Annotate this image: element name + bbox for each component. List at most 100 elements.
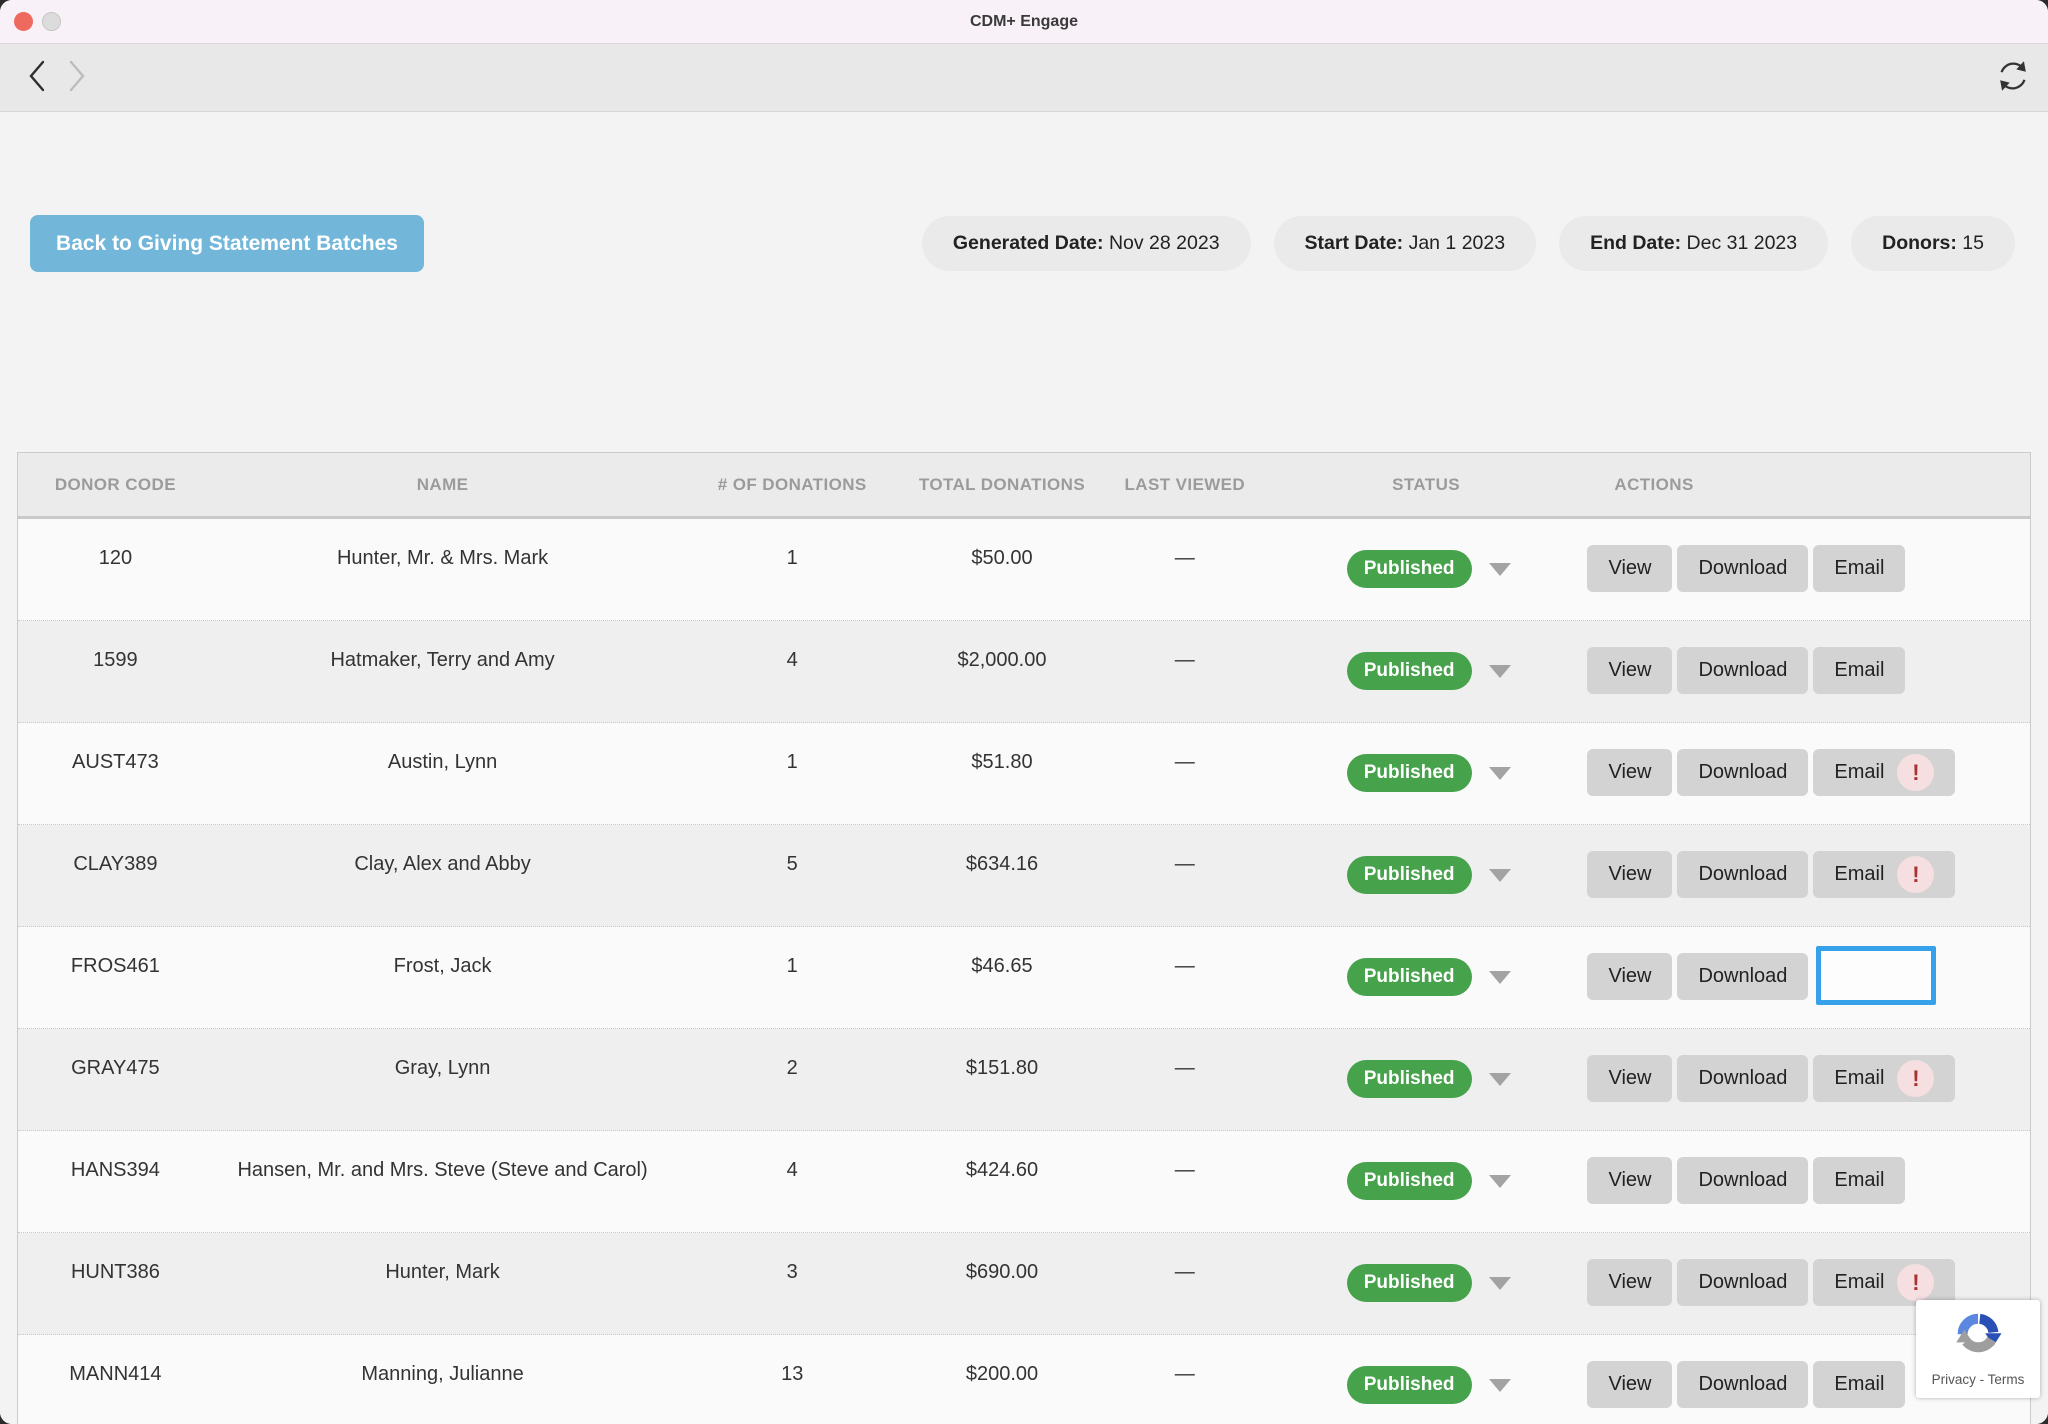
email-alert-icon: ! xyxy=(1897,856,1935,893)
cell-donor-code: CLAY389 xyxy=(73,853,158,875)
download-button[interactable]: Download xyxy=(1677,1055,1809,1102)
download-button[interactable]: Download xyxy=(1677,1157,1809,1204)
column-header-total[interactable]: TOTAL DONATIONS xyxy=(912,475,1092,495)
status-badge[interactable]: Published xyxy=(1346,754,1472,792)
email-button[interactable]: Email! xyxy=(1813,749,1956,796)
view-button[interactable]: View xyxy=(1587,749,1673,796)
cell-last-viewed: — xyxy=(1174,1261,1195,1283)
cell-name: Austin, Lynn xyxy=(387,751,498,773)
cell-total: $50.00 xyxy=(971,547,1033,569)
cell-donor-code: 120 xyxy=(98,547,133,569)
download-button[interactable]: Download xyxy=(1677,953,1809,1000)
email-button[interactable]: Email! xyxy=(1813,851,1956,898)
column-header-status[interactable]: STATUS xyxy=(1278,475,1575,495)
email-button[interactable]: Email! xyxy=(1813,1259,1956,1306)
view-button[interactable]: View xyxy=(1587,1361,1673,1408)
chevron-down-icon[interactable] xyxy=(1488,1379,1511,1392)
statements-table: DONOR CODE NAME # OF DONATIONS TOTAL DON… xyxy=(17,452,2031,1424)
cell-donations: 1 xyxy=(786,547,798,569)
cell-name: Gray, Lynn xyxy=(394,1057,491,1079)
status-badge[interactable]: Published xyxy=(1346,958,1472,996)
cell-donor-code: 1599 xyxy=(93,649,138,671)
recaptcha-badge[interactable]: Privacy - Terms xyxy=(1916,1300,2040,1398)
download-button[interactable]: Download xyxy=(1677,1361,1809,1408)
cell-donations: 3 xyxy=(786,1261,798,1283)
back-nav-button[interactable] xyxy=(26,58,48,97)
cell-total: $2,000.00 xyxy=(957,649,1047,671)
cell-donations: 4 xyxy=(786,1159,798,1181)
email-alert-icon: ! xyxy=(1897,1264,1935,1301)
download-button[interactable]: Download xyxy=(1677,1259,1809,1306)
cell-name: Hunter, Mark xyxy=(385,1261,500,1283)
download-button[interactable]: Download xyxy=(1677,647,1809,694)
column-header-name[interactable]: NAME xyxy=(213,475,673,495)
download-button[interactable]: Download xyxy=(1677,851,1809,898)
email-button[interactable]: Email xyxy=(1813,647,1906,694)
status-badge[interactable]: Published xyxy=(1346,550,1472,588)
window-controls xyxy=(14,12,61,31)
start-date-pill: Start Date: Jan 1 2023 xyxy=(1273,216,1537,271)
cell-last-viewed: — xyxy=(1174,649,1195,671)
table-row: HUNT386 Hunter, Mark 3 $690.00 — Publish… xyxy=(18,1233,2030,1335)
chevron-down-icon[interactable] xyxy=(1488,1277,1511,1290)
cell-last-viewed: — xyxy=(1174,853,1195,875)
email-button[interactable]: Email! xyxy=(1813,1055,1956,1102)
email-button[interactable]: Email xyxy=(1813,545,1906,592)
chevron-down-icon[interactable] xyxy=(1488,665,1511,678)
download-button[interactable]: Download xyxy=(1677,545,1809,592)
cell-name: Clay, Alex and Abby xyxy=(354,853,531,875)
view-button[interactable]: View xyxy=(1587,545,1673,592)
chevron-down-icon[interactable] xyxy=(1488,1073,1511,1086)
column-header-last-viewed[interactable]: LAST VIEWED xyxy=(1092,475,1278,495)
cell-donor-code: FROS461 xyxy=(70,955,160,977)
recaptcha-privacy-terms[interactable]: Privacy - Terms xyxy=(1916,1372,2040,1387)
chevron-down-icon[interactable] xyxy=(1488,563,1511,576)
cell-name: Hansen, Mr. and Mrs. Steve (Steve and Ca… xyxy=(237,1159,648,1181)
navigation-toolbar xyxy=(0,44,2048,112)
cell-donations: 1 xyxy=(786,955,798,977)
email-button[interactable]: Email xyxy=(1813,1361,1906,1408)
cell-donations: 4 xyxy=(786,649,798,671)
status-badge[interactable]: Published xyxy=(1346,652,1472,690)
chevron-left-icon xyxy=(26,58,48,97)
cell-donations: 2 xyxy=(786,1057,798,1079)
refresh-button[interactable] xyxy=(1994,57,2032,98)
back-to-batches-button[interactable]: Back to Giving Statement Batches xyxy=(30,215,424,272)
chevron-down-icon[interactable] xyxy=(1488,767,1511,780)
cell-last-viewed: — xyxy=(1174,955,1195,977)
chevron-down-icon[interactable] xyxy=(1488,869,1511,882)
view-button[interactable]: View xyxy=(1587,1157,1673,1204)
status-badge[interactable]: Published xyxy=(1346,1162,1472,1200)
view-button[interactable]: View xyxy=(1587,851,1673,898)
table-row: 120 Hunter, Mr. & Mrs. Mark 1 $50.00 — P… xyxy=(18,519,2030,621)
recaptcha-icon xyxy=(1949,1313,2007,1369)
view-button[interactable]: View xyxy=(1587,1259,1673,1306)
donors-count-pill: Donors: 15 xyxy=(1851,216,2015,271)
window-title: CDM+ Engage xyxy=(969,13,1078,30)
table-row: GRAY475 Gray, Lynn 2 $151.80 — Published… xyxy=(18,1029,2030,1131)
batch-info-pills: Generated Date: Nov 28 2023 Start Date: … xyxy=(921,216,2015,271)
view-button[interactable]: View xyxy=(1587,953,1673,1000)
end-date-pill: End Date: Dec 31 2023 xyxy=(1559,216,1829,271)
cell-total: $634.16 xyxy=(965,853,1039,875)
email-button[interactable]: Email xyxy=(1813,1157,1906,1204)
email-button-selected[interactable] xyxy=(1816,946,1937,1005)
status-badge[interactable]: Published xyxy=(1346,1366,1472,1404)
chevron-down-icon[interactable] xyxy=(1488,1175,1511,1188)
forward-nav-button[interactable] xyxy=(66,58,88,97)
minimize-window-button[interactable] xyxy=(42,12,61,31)
cell-last-viewed: — xyxy=(1174,547,1195,569)
status-badge[interactable]: Published xyxy=(1346,856,1472,894)
cell-name: Hunter, Mr. & Mrs. Mark xyxy=(336,547,549,569)
chevron-down-icon[interactable] xyxy=(1488,971,1511,984)
download-button[interactable]: Download xyxy=(1677,749,1809,796)
view-button[interactable]: View xyxy=(1587,1055,1673,1102)
close-window-button[interactable] xyxy=(14,12,33,31)
cell-last-viewed: — xyxy=(1174,1057,1195,1079)
view-button[interactable]: View xyxy=(1587,647,1673,694)
column-header-donor-code[interactable]: DONOR CODE xyxy=(18,475,213,495)
cell-donor-code: GRAY475 xyxy=(71,1057,160,1079)
status-badge[interactable]: Published xyxy=(1346,1060,1472,1098)
status-badge[interactable]: Published xyxy=(1346,1264,1472,1302)
column-header-donations[interactable]: # OF DONATIONS xyxy=(672,475,912,495)
